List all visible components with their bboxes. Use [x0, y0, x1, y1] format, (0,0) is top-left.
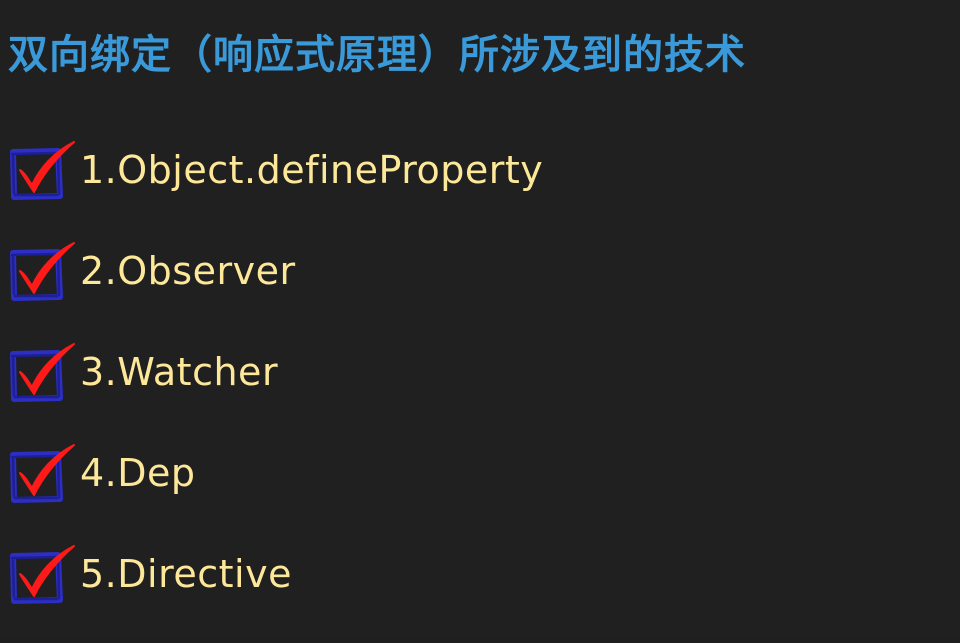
checked-box-icon [8, 138, 80, 208]
list-item: 1.Object.defineProperty [8, 138, 543, 239]
page-title: 双向绑定（响应式原理）所涉及到的技术 [8, 32, 746, 78]
checked-box-icon [8, 542, 80, 612]
checked-box-icon [8, 239, 80, 309]
list-item: 4.Dep [8, 441, 543, 542]
slide: 双向绑定（响应式原理）所涉及到的技术 1.Object.defineProper… [0, 0, 960, 638]
list-item-label: 1.Object.defineProperty [80, 148, 544, 192]
list-item-label: 4.Dep [80, 451, 196, 495]
technology-list: 1.Object.defineProperty 2.Observer 3.Wat… [8, 138, 543, 643]
list-item-label: 3.Watcher [80, 350, 279, 394]
list-item: 5.Directive [8, 542, 543, 643]
checked-box-icon [8, 441, 80, 511]
list-item-label: 5.Directive [80, 552, 292, 596]
list-item-label: 2.Observer [80, 249, 296, 293]
checked-box-icon [8, 340, 80, 410]
list-item: 2.Observer [8, 239, 543, 340]
list-item: 3.Watcher [8, 340, 543, 441]
